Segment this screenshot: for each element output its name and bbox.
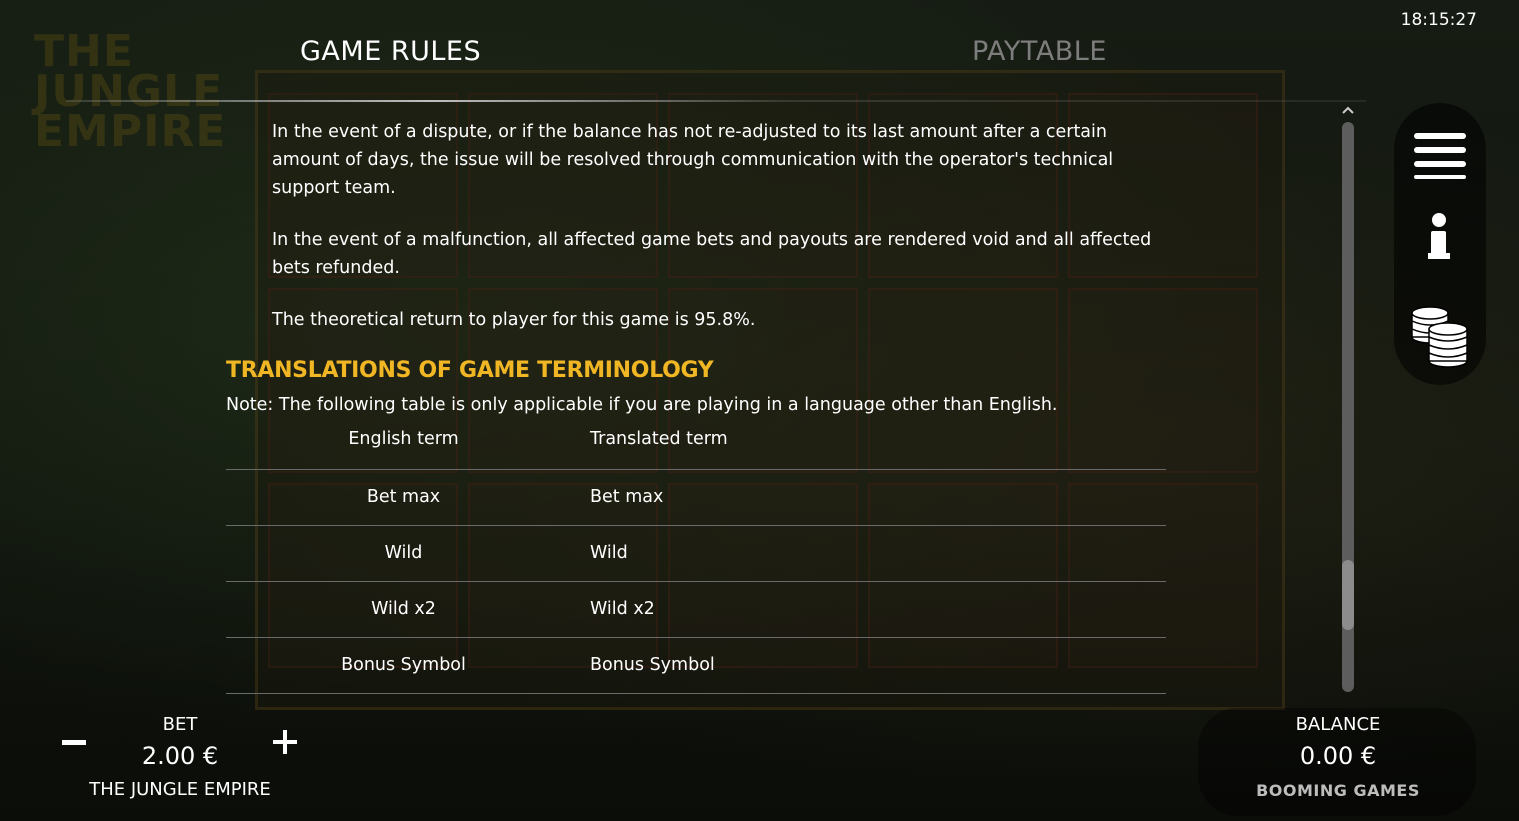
side-panel (1394, 103, 1486, 385)
column-header-translated: Translated term (581, 423, 1166, 470)
table-row: Bet max Bet max (226, 469, 1166, 526)
scrollbar-track[interactable] (1342, 122, 1354, 692)
translation-table: English term Translated term Bet max Bet… (226, 423, 1166, 694)
translated-term: Wild x2 (581, 581, 1166, 638)
background-logo: THE JUNGLE EMPIRE (34, 26, 227, 157)
brand-logo: BOOMING GAMES (1256, 781, 1420, 800)
rules-content: In the event of a dispute, or if the bal… (226, 118, 1171, 694)
info-button[interactable] (1394, 205, 1486, 285)
english-term: Bet max (226, 469, 581, 526)
translated-term: Bonus Symbol (581, 637, 1166, 694)
balance-label: BALANCE (1295, 714, 1381, 735)
coins-button[interactable] (1394, 299, 1486, 379)
table-row: Bonus Symbol Bonus Symbol (226, 637, 1166, 694)
menu-button[interactable] (1394, 121, 1486, 201)
tab-paytable[interactable]: PAYTABLE (972, 36, 1107, 67)
english-term: Bonus Symbol (226, 637, 581, 694)
english-term: Wild (226, 525, 581, 582)
column-header-english: English term (226, 423, 581, 470)
bet-label: BET (162, 714, 198, 735)
bet-value: 2.00 € (141, 742, 219, 770)
tab-game-rules[interactable]: GAME RULES (300, 36, 481, 67)
coins-icon (1411, 306, 1468, 368)
scroll-up-icon[interactable] (1340, 103, 1356, 117)
tab-underline (66, 100, 1366, 102)
bet-decrease-button[interactable] (62, 740, 86, 745)
translation-note: Note: The following table is only applic… (226, 395, 1058, 415)
translated-term: Wild (581, 525, 1166, 582)
game-name: THE JUNGLE EMPIRE (89, 779, 271, 800)
english-term: Wild x2 (226, 581, 581, 638)
clock: 18:15:27 (1400, 10, 1477, 30)
table-row: Wild Wild (226, 525, 1166, 582)
translated-term: Bet max (581, 469, 1166, 526)
table-header-row: English term Translated term (226, 423, 1166, 470)
scrollbar-thumb[interactable] (1342, 560, 1354, 630)
balance-value: 0.00 € (1299, 742, 1377, 770)
rules-paragraph: The theoretical return to player for thi… (272, 310, 756, 330)
rules-paragraph: In the event of a dispute, or if the bal… (272, 122, 1114, 198)
table-row: Wild x2 Wild x2 (226, 581, 1166, 638)
rules-paragraph: In the event of a malfunction, all affec… (272, 230, 1152, 278)
section-title: TRANSLATIONS OF GAME TERMINOLOGY (226, 358, 714, 383)
bet-increase-button[interactable] (273, 730, 297, 754)
